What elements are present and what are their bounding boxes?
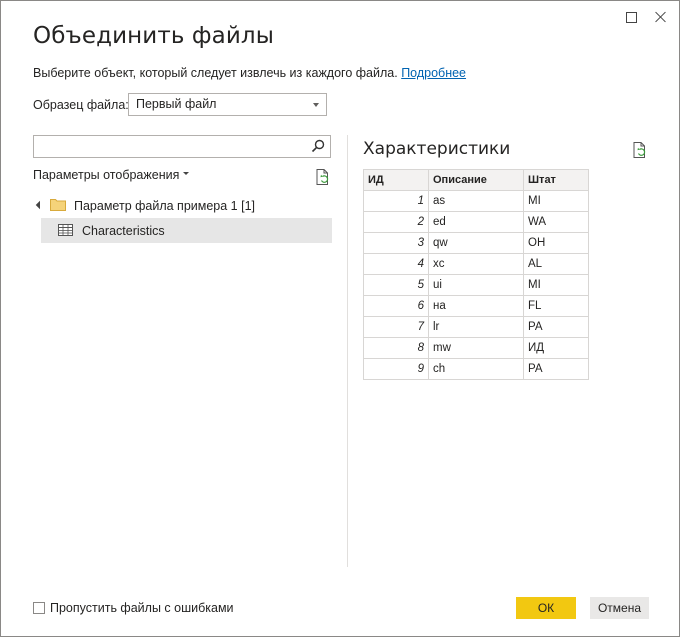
search-input[interactable] [33,135,331,158]
tree-folder-sample-param[interactable]: Параметр файла примера 1 [1] [35,196,331,216]
table-cell: 6 [363,295,429,317]
table-row: 4 xc AL [363,253,589,275]
table-header-row: ИД Описание Штат [363,169,589,191]
table-cell: qw [428,232,524,254]
sample-file-label: Образец файла: [33,98,129,112]
column-header: Описание [428,169,524,191]
table-cell: mw [428,337,524,359]
table-cell: PA [523,316,589,338]
table-row: 9 ch PA [363,358,589,380]
table-row: 7 lr PA [363,316,589,338]
table-cell: 8 [363,337,429,359]
table-cell: 1 [363,190,429,212]
table-row: 8 mw ИД [363,337,589,359]
table-cell: ИД [523,337,589,359]
table-cell: PA [523,358,589,380]
table-row: 5 ui MI [363,274,589,296]
table-cell: 3 [363,232,429,254]
pane-divider [347,135,348,567]
ok-button[interactable]: ОК [516,597,576,619]
table-cell: 2 [363,211,429,233]
skip-errors-label: Пропустить файлы с ошибками [50,601,234,615]
table-cell: 9 [363,358,429,380]
table-icon [58,224,73,236]
display-options-dropdown[interactable]: Параметры отображения [33,168,190,182]
subtitle-text: Выберите объект, который следует извлечь… [33,66,398,80]
table-cell: 5 [363,274,429,296]
cancel-button[interactable]: Отмена [590,597,649,619]
table-row: 6 на FL [363,295,589,317]
dialog-title: Объединить файлы [33,23,274,49]
tree-folder-label: Параметр файла примера 1 [1] [74,199,256,213]
preview-table: ИД Описание Штат 1 as MI 2 ed WA 3 qw OH [363,169,589,380]
table-row: 3 qw OH [363,232,589,254]
preview-title: Характеристики [363,139,511,159]
table-cell: MI [523,274,589,296]
column-header: ИД [363,169,429,191]
tree-item-characteristics[interactable]: Characteristics [41,218,332,243]
table-cell: xc [428,253,524,275]
folder-icon [50,199,66,211]
close-icon[interactable] [653,9,669,25]
tree-item-label: Characteristics [82,224,165,238]
chevron-down-icon [313,103,319,107]
table-cell: ch [428,358,524,380]
combine-files-dialog: Объединить файлы Выберите объект, которы… [0,0,680,637]
maximize-icon[interactable] [623,9,639,25]
table-cell: FL [523,295,589,317]
table-row: 2 ed WA [363,211,589,233]
expand-arrow-icon[interactable] [35,200,45,210]
table-cell: WA [523,211,589,233]
skip-errors-checkbox[interactable] [33,602,45,614]
table-cell: as [428,190,524,212]
table-cell: lr [428,316,524,338]
dialog-subtitle: Выберите объект, который следует извлечь… [33,66,466,80]
table-cell: 4 [363,253,429,275]
table-cell: 7 [363,316,429,338]
sample-file-value: Первый файл [136,97,217,111]
table-cell: ed [428,211,524,233]
refresh-icon[interactable] [314,168,332,186]
column-header: Штат [523,169,589,191]
table-cell: MI [523,190,589,212]
table-row: 1 as MI [363,190,589,212]
chevron-down-icon [183,172,190,176]
sample-file-dropdown[interactable]: Первый файл [128,93,327,116]
table-cell: на [428,295,524,317]
table-cell: OH [523,232,589,254]
table-cell: AL [523,253,589,275]
refresh-icon[interactable] [631,141,649,159]
display-options-label: Параметры отображения [33,168,180,182]
learn-more-link[interactable]: Подробнее [401,66,466,80]
search-icon[interactable] [310,138,326,154]
table-cell: ui [428,274,524,296]
